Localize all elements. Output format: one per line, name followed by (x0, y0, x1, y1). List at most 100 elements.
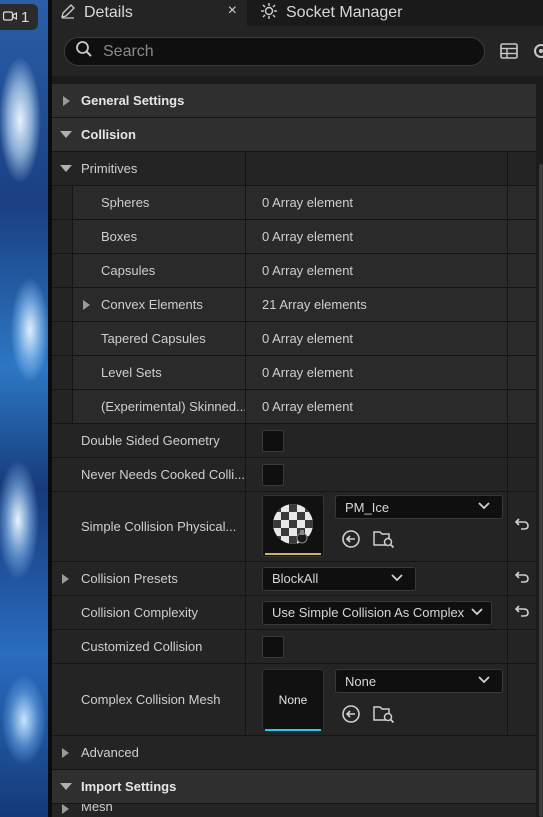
chevron-down-icon (391, 573, 403, 581)
search-icon (75, 40, 93, 63)
list-item[interactable]: Level Sets 0 Array element (52, 356, 536, 390)
close-icon[interactable]: × (228, 2, 237, 20)
list-item[interactable]: (Experimental) Skinned... 0 Array elemen… (52, 390, 536, 424)
thumbnail-label: None (278, 693, 308, 707)
property-label: Primitives (81, 161, 138, 176)
property-double-sided-geometry: Double Sided Geometry (52, 424, 536, 458)
tab-socket-label: Socket Manager (286, 4, 403, 21)
list-item[interactable]: Convex Elements 21 Array elements (52, 288, 536, 322)
property-label: Boxes (101, 229, 138, 244)
tab-socket-manager[interactable]: Socket Manager (252, 0, 543, 26)
property-primitives[interactable]: Primitives (52, 152, 536, 186)
never-cooked-checkbox[interactable] (262, 463, 284, 486)
physical-material-thumbnail[interactable] (262, 495, 324, 557)
use-selected-icon[interactable] (341, 529, 361, 552)
property-label: Convex Elements (101, 297, 203, 312)
browse-folder-icon[interactable] (373, 704, 395, 727)
property-label: Customized Collision (81, 639, 203, 654)
complex-mesh-combo[interactable]: None (335, 669, 503, 693)
gear-icon[interactable] (530, 40, 543, 67)
viewport-number: 1 (21, 8, 30, 26)
category-label: General Settings (81, 93, 185, 108)
property-label: (Experimental) Skinned... (101, 399, 245, 414)
search-box[interactable] (64, 37, 485, 66)
property-label: Double Sided Geometry (81, 433, 220, 448)
property-value: 0 Array element (262, 365, 354, 380)
category-collision[interactable]: Collision (52, 118, 536, 152)
category-general-settings[interactable]: General Settings (52, 84, 536, 118)
complex-mesh-thumbnail[interactable]: None (262, 669, 324, 731)
viewport-preview[interactable] (0, 0, 48, 817)
combo-value: None (345, 673, 377, 689)
property-matrix-icon[interactable] (500, 43, 518, 64)
thumb-underline (265, 553, 321, 555)
property-label: Level Sets (101, 365, 162, 380)
reset-cell (507, 152, 536, 185)
chevron-right-icon (63, 95, 70, 106)
chevron-down-icon (60, 783, 72, 790)
chevron-right-icon[interactable] (83, 299, 90, 310)
property-never-needs-cooked: Never Needs Cooked Colli... (52, 458, 536, 492)
reset-to-default-icon[interactable] (514, 517, 530, 536)
tab-details[interactable]: Details × (52, 0, 247, 26)
collision-complexity-combo[interactable]: Use Simple Collision As Complex (262, 600, 492, 625)
collision-presets-combo[interactable]: BlockAll (262, 566, 416, 591)
use-selected-icon[interactable] (341, 704, 361, 727)
chevron-down-icon (60, 165, 72, 172)
value-cell-empty (245, 152, 507, 185)
physical-material-combo[interactable]: PM_Ice (335, 495, 503, 519)
list-item[interactable]: Spheres 0 Array element (52, 186, 536, 220)
property-label: Simple Collision Physical... (81, 519, 237, 534)
chevron-right-icon (62, 804, 69, 814)
socket-icon (260, 2, 278, 25)
category-label: Collision (81, 127, 136, 142)
property-value: 0 Array element (262, 399, 354, 414)
chevron-down-icon (471, 607, 483, 615)
list-item[interactable]: Tapered Capsules 0 Array element (52, 322, 536, 356)
thumb-underline (265, 729, 321, 731)
tab-bar: Details × Socket Manager (52, 0, 543, 26)
browse-folder-icon[interactable] (373, 529, 395, 552)
scrollbar[interactable] (539, 164, 543, 817)
chevron-down-icon (478, 676, 490, 684)
property-label: Collision Complexity (81, 605, 199, 620)
physical-material-icon (265, 504, 321, 555)
list-item[interactable]: Capsules 0 Array element (52, 254, 536, 288)
property-value: 0 Array element (262, 263, 354, 278)
category-import-settings[interactable]: Import Settings (52, 770, 536, 804)
property-label: Advanced (81, 745, 139, 760)
details-property-grid: General Settings Collision Primitives Sp… (52, 76, 543, 817)
property-mesh-partial[interactable]: Mesh (52, 804, 536, 817)
category-label: Import Settings (81, 779, 177, 794)
property-label: Complex Collision Mesh (81, 692, 221, 707)
property-value: 0 Array element (262, 195, 354, 210)
tab-details-label: Details (84, 4, 133, 21)
property-label: Never Needs Cooked Colli... (81, 467, 245, 482)
property-simple-collision-physical-material: Simple Collision Physical... PM_Ice (52, 492, 536, 562)
chevron-down-icon (478, 502, 490, 510)
chevron-down-icon (60, 131, 72, 138)
property-complex-collision-mesh: Complex Collision Mesh None None (52, 664, 536, 736)
customized-collision-checkbox[interactable] (262, 635, 284, 658)
details-toolbar (52, 26, 543, 76)
list-item[interactable]: Boxes 0 Array element (52, 220, 536, 254)
reset-to-default-icon[interactable] (514, 570, 530, 587)
property-customized-collision: Customized Collision (52, 630, 536, 664)
property-collision-presets: Collision Presets BlockAll (52, 562, 536, 596)
chevron-right-icon[interactable] (62, 573, 69, 584)
chevron-right-icon (62, 747, 69, 758)
reset-to-default-icon[interactable] (514, 604, 530, 621)
property-value: 0 Array element (262, 331, 354, 346)
property-collision-complexity: Collision Complexity Use Simple Collisio… (52, 596, 536, 630)
search-input[interactable] (103, 42, 463, 61)
camera-icon (2, 9, 18, 26)
property-advanced[interactable]: Advanced (52, 736, 536, 770)
property-label: Tapered Capsules (101, 331, 206, 346)
viewport-camera-badge[interactable]: 1 (0, 4, 38, 30)
double-sided-checkbox[interactable] (262, 429, 284, 452)
property-label: Collision Presets (81, 571, 178, 586)
property-value: 21 Array elements (262, 297, 367, 312)
combo-value: PM_Ice (345, 499, 390, 515)
combo-value: Use Simple Collision As Complex (272, 605, 465, 620)
property-label: Capsules (101, 263, 156, 278)
